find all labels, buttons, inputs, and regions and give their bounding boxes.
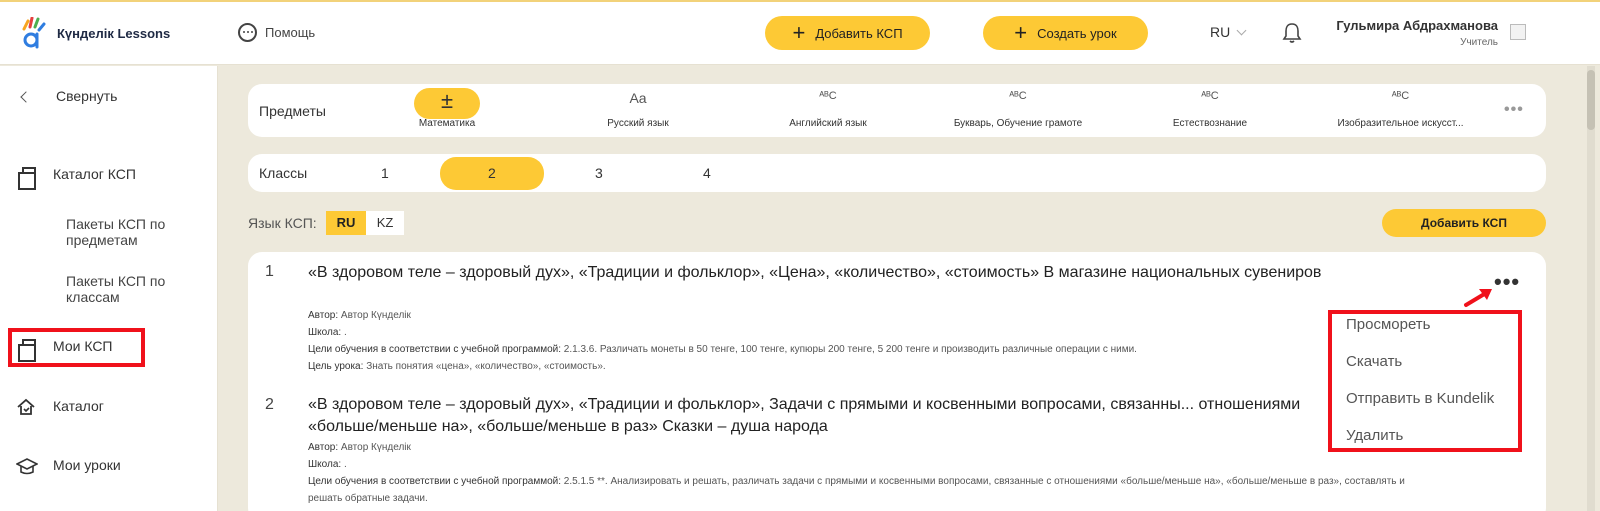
- menu-item-delete[interactable]: Удалить: [1346, 427, 1403, 444]
- ksp-lang-toggle: RU KZ: [326, 211, 404, 235]
- chevron-left-icon: [20, 91, 32, 103]
- subjects-bar: Предметы ± Математика Aa Русский язык ᴬᴮ…: [248, 84, 1546, 137]
- subject-art[interactable]: ᴬᴮC Изобразительное искусст...: [1318, 84, 1483, 129]
- plus-minus-icon: ±: [440, 88, 454, 113]
- abc-icon: ᴬᴮC: [1009, 90, 1027, 102]
- classes-bar: Классы 1 2 3 4: [248, 154, 1546, 192]
- item-number: 2: [265, 396, 274, 413]
- sidebar-item-label: Каталог КСП: [53, 166, 136, 182]
- sidebar-subitem-packages-subject[interactable]: Пакеты КСП по предметам: [66, 216, 206, 248]
- item-number: 1: [265, 263, 274, 280]
- bell-icon[interactable]: [1282, 22, 1302, 44]
- scrollbar-track[interactable]: [1587, 66, 1595, 511]
- subjects-label: Предметы: [259, 103, 326, 119]
- classes-label: Классы: [259, 165, 308, 181]
- plus-icon: +: [1014, 20, 1028, 45]
- add-ksp-header-label: Добавить КСП: [815, 25, 903, 41]
- abc-icon: ᴬᴮC: [1201, 90, 1219, 102]
- menu-item-download[interactable]: Скачать: [1346, 353, 1402, 370]
- subject-russian[interactable]: Aa Русский язык: [578, 84, 698, 129]
- create-lesson-label: Создать урок: [1037, 25, 1117, 41]
- scrollbar-thumb[interactable]: [1587, 70, 1595, 130]
- menu-item-send[interactable]: Отправить в Kundelik: [1346, 390, 1494, 407]
- add-ksp-button[interactable]: Добавить КСП: [1382, 209, 1546, 237]
- avatar[interactable]: [1510, 24, 1526, 40]
- more-subjects-icon[interactable]: •••: [1504, 102, 1524, 118]
- class-option-3[interactable]: 3: [595, 165, 603, 181]
- sidebar-subitem-packages-class[interactable]: Пакеты КСП по классам: [66, 273, 206, 305]
- item-meta: Автор: Автор Күнделік Школа: . Цели обуч…: [308, 310, 1137, 372]
- sidebar-item-label: Мои уроки: [53, 457, 121, 473]
- item-title[interactable]: «В здоровом теле – здоровый дух», «Тради…: [308, 394, 1338, 438]
- collapse-label: Свернуть: [56, 88, 118, 104]
- subject-math[interactable]: ± Математика: [397, 84, 497, 129]
- my-ksp-highlight: [8, 328, 145, 367]
- home-icon: [17, 398, 35, 415]
- plus-icon: +: [792, 20, 806, 45]
- collapse-button[interactable]: Свернуть: [18, 88, 117, 104]
- subject-bukvar[interactable]: ᴬᴮC Букварь, Обучение грамоте: [938, 84, 1098, 129]
- user-info[interactable]: Гульмира Абдрахманова Учитель: [1336, 18, 1498, 48]
- sidebar: Свернуть Каталог КСП Пакеты КСП по предм…: [0, 66, 218, 511]
- item-meta: Автор: Автор Күнделік Школа: . Цели обуч…: [308, 442, 1405, 504]
- abc-icon: ᴬᴮC: [1391, 90, 1410, 102]
- header: Күнделік Lessons Помощь + Добавить КСП +…: [0, 2, 1600, 65]
- ksp-lang-ru[interactable]: RU: [326, 211, 366, 235]
- menu-item-view[interactable]: Просмореть: [1346, 316, 1431, 333]
- ksp-lang-kz[interactable]: KZ: [366, 211, 404, 235]
- logo[interactable]: Күнделік Lessons: [20, 17, 170, 49]
- item-title[interactable]: «В здоровом теле – здоровый дух», «Тради…: [308, 262, 1418, 284]
- user-role: Учитель: [1460, 37, 1498, 48]
- sidebar-item-label: Каталог: [53, 398, 104, 414]
- letters-icon: Aa: [629, 90, 647, 106]
- logo-text: Күнделік Lessons: [57, 25, 171, 41]
- abc-icon: ᴬᴮC: [819, 90, 837, 102]
- class-option-4[interactable]: 4: [703, 165, 711, 181]
- chevron-down-icon: [1236, 25, 1247, 35]
- context-menu: Просмореть Скачать Отправить в Kundelik …: [1328, 310, 1522, 452]
- red-arrow-icon: [1464, 289, 1492, 307]
- add-ksp-header-button[interactable]: + Добавить КСП: [765, 16, 930, 50]
- class-option-1[interactable]: 1: [381, 165, 389, 181]
- user-name: Гульмира Абдрахманова: [1336, 18, 1498, 33]
- chat-bubble-icon: [238, 23, 257, 42]
- help-link[interactable]: Помощь: [238, 23, 315, 42]
- subject-english[interactable]: ᴬᴮC Английский язык: [768, 84, 888, 129]
- language-select[interactable]: RU: [1210, 24, 1247, 40]
- logo-icon: [22, 17, 46, 49]
- copy-icon: [18, 167, 36, 190]
- create-lesson-button[interactable]: + Создать урок: [983, 16, 1148, 50]
- language-value: RU: [1210, 24, 1231, 40]
- ksp-lang-label: Язык КСП:: [248, 215, 317, 231]
- subject-science[interactable]: ᴬᴮC Естествознание: [1150, 84, 1270, 129]
- graduation-cap-icon: [16, 458, 38, 475]
- class-option-2[interactable]: 2: [488, 165, 496, 181]
- help-label: Помощь: [265, 25, 316, 40]
